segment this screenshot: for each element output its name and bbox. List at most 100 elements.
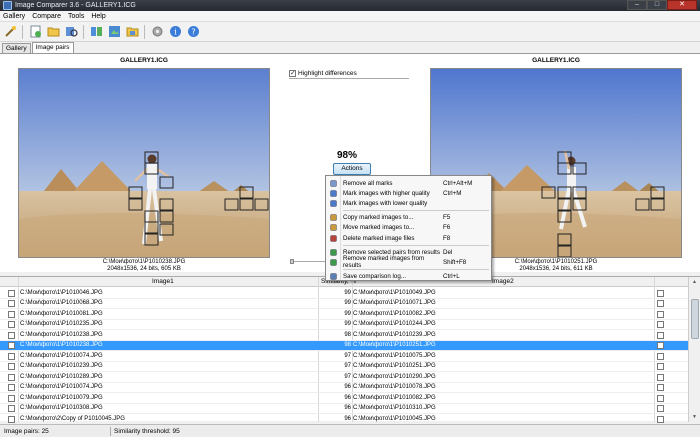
new-icon[interactable] bbox=[28, 25, 42, 39]
image2-path: C:\Мои\фото\1\P1010082.JPG bbox=[353, 310, 436, 317]
mark-checkbox-1[interactable] bbox=[8, 415, 15, 423]
mark-checkbox-1[interactable] bbox=[8, 310, 15, 318]
mark-checkbox-1[interactable] bbox=[8, 384, 15, 391]
mark-checkbox-2[interactable] bbox=[657, 363, 664, 370]
menu-item-remove-marked[interactable]: Remove marked images from results Shift+F… bbox=[326, 255, 491, 269]
compare-gallery-icon[interactable] bbox=[107, 25, 121, 39]
menu-item-move[interactable]: Move marked images to... F6 bbox=[326, 223, 491, 233]
slider-thumb[interactable] bbox=[290, 259, 294, 264]
image2-path: C:\Мои\фото\1\P1010310.JPG bbox=[353, 405, 436, 412]
table-row[interactable]: C:\Мои\фото\1\P1010238.JPG 98 C:\Мои\фото\… bbox=[0, 340, 688, 351]
menu-help[interactable]: Help bbox=[91, 13, 105, 20]
vertical-scrollbar[interactable]: ▲ ▼ bbox=[688, 277, 700, 422]
tab-image-pairs[interactable]: Image pairs bbox=[31, 42, 74, 53]
save-log-icon bbox=[330, 273, 337, 280]
image1-path: C:\Мои\фото\1\P1010079.JPG bbox=[20, 394, 103, 401]
image2-path: C:\Мои\фото\1\P1010078.JPG bbox=[353, 384, 436, 391]
menu-item-label: Move marked images to... bbox=[343, 224, 415, 232]
mark-checkbox-1[interactable] bbox=[8, 363, 15, 370]
mark-checkbox-1[interactable] bbox=[8, 289, 15, 297]
mark-checkbox-1[interactable] bbox=[8, 352, 15, 360]
results-grid: Image1 Similarity, % Image2 C:\Мои\фото\… bbox=[0, 276, 700, 425]
mark-checkbox-1[interactable] bbox=[8, 300, 15, 307]
image2-path: C:\Мои\фото\1\P1010251.JPG bbox=[353, 342, 436, 349]
scroll-up-icon[interactable]: ▲ bbox=[692, 279, 697, 285]
table-row[interactable]: C:\Мои\фото\1\P1010081.JPG 99 C:\Мои\фото\… bbox=[0, 309, 688, 320]
column-image1[interactable]: Image1 bbox=[152, 278, 174, 285]
mark-checkbox-1[interactable] bbox=[8, 394, 15, 402]
mark-checkbox-2[interactable] bbox=[657, 331, 664, 339]
mark-checkbox-2[interactable] bbox=[657, 342, 664, 349]
mark-checkbox-2[interactable] bbox=[657, 289, 664, 297]
menu-tools[interactable]: Tools bbox=[68, 13, 84, 20]
highlight-differences-checkbox[interactable]: Highlight differences bbox=[289, 69, 357, 77]
maximize-button[interactable]: □ bbox=[647, 0, 667, 10]
menu-item-save-log[interactable]: Save comparison log... Ctrl+L bbox=[326, 272, 491, 282]
menu-gallery[interactable]: Gallery bbox=[3, 13, 25, 20]
left-image-path: C:\Мои\фото\1\P1010238.JPG bbox=[102, 259, 186, 265]
mark-checkbox-1[interactable] bbox=[8, 342, 15, 349]
table-row[interactable]: C:\Мои\фото\1\P1010074.JPG 96 C:\Мои\фото\… bbox=[0, 383, 688, 393]
image1-path: C:\Мои\фото\1\P1010308.JPG bbox=[20, 405, 103, 412]
folder-compare-icon[interactable] bbox=[125, 25, 139, 39]
table-row[interactable]: C:\Мои\фото\1\P1010074.JPG 97 C:\Мои\фото\… bbox=[0, 351, 688, 362]
settings-icon[interactable] bbox=[150, 25, 164, 39]
table-row[interactable]: C:\Мои\фото\1\P1010046.JPG 99 C:\Мои\фото\… bbox=[0, 288, 688, 299]
menu-item-remove-marks[interactable]: Remove all marks Ctrl+Alt+M bbox=[326, 178, 491, 188]
compare-icon[interactable] bbox=[89, 25, 103, 39]
open-folder-icon[interactable] bbox=[46, 25, 60, 39]
actions-button[interactable]: Actions bbox=[333, 163, 371, 175]
menu-item-shortcut: F5 bbox=[443, 214, 451, 222]
table-row[interactable]: C:\Мои\фото\1\P1010079.JPG 96 C:\Мои\фото\… bbox=[0, 393, 688, 404]
mark-checkbox-2[interactable] bbox=[657, 405, 664, 412]
menu-compare[interactable]: Compare bbox=[32, 13, 61, 20]
difference-threshold-slider[interactable] bbox=[289, 78, 409, 79]
menu-item-mark-lower[interactable]: Mark images with lower quality bbox=[326, 198, 491, 208]
table-row[interactable]: C:\Мои\фото\1\P1010235.JPG 99 C:\Мои\фото\… bbox=[0, 320, 688, 330]
mark-checkbox-2[interactable] bbox=[657, 415, 664, 423]
app-icon bbox=[3, 1, 12, 10]
info-icon[interactable]: i bbox=[168, 25, 182, 39]
table-row[interactable]: C:\Мои\фото\1\P1010068.JPG 99 C:\Мои\фото\… bbox=[0, 299, 688, 309]
scroll-down-icon[interactable]: ▼ bbox=[692, 414, 697, 420]
toolbar-separator bbox=[83, 24, 84, 39]
similarity-value: 96 bbox=[344, 384, 351, 391]
table-row[interactable]: C:\Мои\фото\2\Copy of P1010045.JPG 96 C:\М… bbox=[0, 414, 688, 425]
minimize-button[interactable]: – bbox=[627, 0, 647, 10]
mark-checkbox-2[interactable] bbox=[657, 384, 664, 391]
image1-path: C:\Мои\фото\1\P1010238.JPG bbox=[20, 331, 103, 338]
mark-checkbox-2[interactable] bbox=[657, 373, 664, 381]
mark-checkbox-1[interactable] bbox=[8, 331, 15, 339]
mark-checkbox-2[interactable] bbox=[657, 321, 664, 328]
scroll-thumb[interactable] bbox=[691, 299, 699, 339]
search-images-icon[interactable] bbox=[64, 25, 78, 39]
wand-icon[interactable] bbox=[3, 25, 17, 39]
checkbox-box[interactable] bbox=[289, 69, 296, 77]
table-row[interactable]: C:\Мои\фото\1\P1010238.JPG 98 C:\Мои\фото\… bbox=[0, 330, 688, 341]
column-image2[interactable]: Image2 bbox=[492, 278, 514, 285]
tab-gallery[interactable]: Gallery bbox=[2, 43, 31, 53]
mark-checkbox-2[interactable] bbox=[657, 300, 664, 307]
menu-item-copy[interactable]: Copy marked images to... F5 bbox=[326, 213, 491, 223]
image1-path: C:\Мои\фото\2\Copy of P1010045.JPG bbox=[20, 415, 125, 422]
mark-checkbox-2[interactable] bbox=[657, 352, 664, 360]
table-row[interactable]: C:\Мои\фото\1\P1010308.JPG 96 C:\Мои\фото\… bbox=[0, 404, 688, 414]
mark-checkbox-2[interactable] bbox=[657, 394, 664, 402]
move-icon bbox=[330, 224, 337, 232]
mark-checkbox-1[interactable] bbox=[8, 405, 15, 412]
mark-checkbox-1[interactable] bbox=[8, 373, 15, 381]
copy-icon bbox=[330, 214, 337, 221]
similarity-value: 96 bbox=[344, 415, 351, 422]
menu-item-delete[interactable]: Delete marked image files F8 bbox=[326, 233, 491, 243]
menu-item-shortcut: Shift+F8 bbox=[443, 258, 467, 266]
menu-item-mark-higher[interactable]: Mark images with higher quality Ctrl+M bbox=[326, 188, 491, 198]
close-button[interactable]: ✕ bbox=[667, 0, 697, 10]
table-row[interactable]: C:\Мои\фото\1\P1010289.JPG 97 C:\Мои\фото\… bbox=[0, 372, 688, 383]
left-image-preview[interactable] bbox=[18, 68, 270, 258]
mark-checkbox-2[interactable] bbox=[657, 310, 664, 318]
right-image-title: GALLERY1.ICG bbox=[532, 57, 580, 64]
status-bar: Image pairs: 25 Similarity threshold: 95 bbox=[0, 424, 700, 437]
table-row[interactable]: C:\Мои\фото\1\P1010239.JPG 97 C:\Мои\фото\… bbox=[0, 362, 688, 372]
mark-checkbox-1[interactable] bbox=[8, 321, 15, 328]
help-icon[interactable]: ? bbox=[186, 25, 200, 39]
